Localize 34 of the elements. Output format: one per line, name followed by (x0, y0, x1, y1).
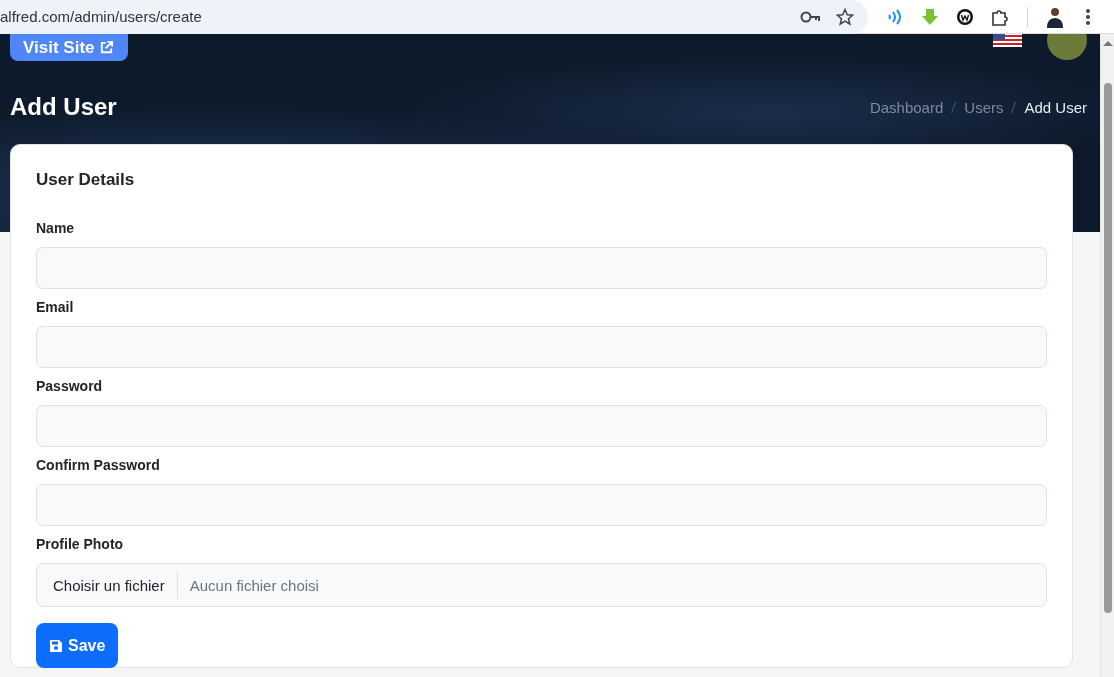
breadcrumb-item[interactable]: Dashboard (869, 98, 944, 116)
star-icon[interactable] (836, 7, 854, 26)
field-label: Profile Photo (36, 536, 125, 552)
input-field[interactable] (36, 247, 1047, 289)
file-status-text: Aucun fichier choisi (189, 576, 319, 594)
input-field[interactable] (36, 405, 1047, 447)
profile-avatar-icon[interactable] (1045, 5, 1065, 28)
breadcrumb-item: Add User (1024, 98, 1087, 116)
key-icon[interactable] (800, 10, 820, 23)
w-circle-icon[interactable] (956, 7, 974, 26)
breadcrumb-separator-icon (1011, 101, 1017, 113)
download-arrow-icon[interactable] (921, 7, 939, 26)
field-label: Password (36, 378, 104, 394)
input-field[interactable] (36, 326, 1047, 368)
input-field[interactable] (36, 484, 1047, 526)
field-label: Confirm Password (36, 457, 161, 473)
external-link-icon (98, 40, 114, 55)
breadcrumb-item[interactable]: Users (964, 98, 1004, 116)
card-title: User Details (36, 170, 136, 190)
puzzle-icon[interactable] (991, 7, 1009, 26)
field-label: Email (36, 299, 75, 315)
scrollbar-thumb[interactable] (1103, 83, 1112, 613)
field-label: Name (36, 220, 76, 236)
menu-dots-icon[interactable] (1085, 7, 1091, 26)
user-avatar[interactable] (1047, 34, 1087, 60)
visit-site-button[interactable]: Visit Site (10, 34, 128, 61)
choose-file-button[interactable]: Choisir un fichier (37, 571, 178, 599)
page-title: Add User (10, 93, 117, 121)
signal-waves-icon[interactable] (886, 8, 902, 25)
scroll-up-icon[interactable] (1101, 39, 1114, 47)
flag-icon[interactable] (993, 34, 1022, 47)
save-button[interactable]: Save (36, 623, 119, 668)
file-input[interactable]: Choisir un fichier Aucun fichier choisi (36, 563, 1047, 607)
breadcrumb-separator-icon (951, 101, 957, 113)
